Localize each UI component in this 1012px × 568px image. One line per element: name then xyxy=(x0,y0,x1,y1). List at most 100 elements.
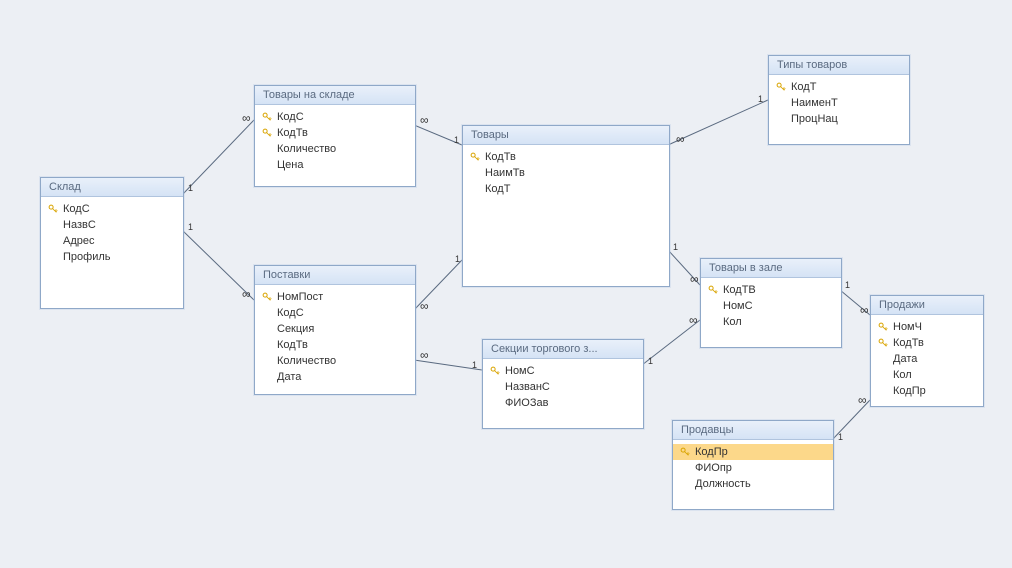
field-row[interactable]: НомПост xyxy=(255,289,415,305)
field-row[interactable]: Секция xyxy=(255,321,415,337)
entity-header[interactable]: Продажи xyxy=(871,296,983,315)
key-slot xyxy=(877,353,889,365)
field-row[interactable]: ФИОпр xyxy=(673,460,833,476)
relationship-line[interactable] xyxy=(840,290,870,315)
primary-key-icon xyxy=(878,322,888,332)
field-row[interactable]: Кол xyxy=(871,367,983,383)
cardinality-many-label: ∞ xyxy=(242,287,251,301)
field-name: КодПр xyxy=(893,384,926,398)
relationship-line[interactable] xyxy=(832,400,870,440)
field-row[interactable]: Адрес xyxy=(41,233,183,249)
key-slot xyxy=(261,291,273,303)
field-row[interactable]: КодТв xyxy=(255,337,415,353)
primary-key-icon xyxy=(878,338,888,348)
er-diagram-canvas[interactable]: 1∞1∞∞1∞11∞1∞∞11∞1∞1∞ СкладКодСНазвСАдрес… xyxy=(0,0,1012,568)
key-slot xyxy=(47,235,59,247)
field-row[interactable]: НаимТв xyxy=(463,165,669,181)
entity-header[interactable]: Секции торгового з... xyxy=(483,340,643,359)
field-row[interactable]: КодС xyxy=(255,109,415,125)
field-row[interactable]: НаименТ xyxy=(769,95,909,111)
field-name: НаимТв xyxy=(485,166,525,180)
relationship-line[interactable] xyxy=(642,320,700,365)
field-row[interactable]: КодТв xyxy=(463,149,669,165)
field-row[interactable]: КодТв xyxy=(255,125,415,141)
field-row[interactable]: НазванС xyxy=(483,379,643,395)
field-name: Профиль xyxy=(63,250,111,264)
field-row[interactable]: НомЧ xyxy=(871,319,983,335)
field-row[interactable]: ПроцНац xyxy=(769,111,909,127)
field-row[interactable]: КодТ xyxy=(769,79,909,95)
relationship-line[interactable] xyxy=(414,360,482,370)
field-row[interactable]: НомС xyxy=(483,363,643,379)
fields-list: КодПрФИОпрДолжность xyxy=(673,440,833,498)
relationship-line[interactable] xyxy=(414,260,462,310)
field-row[interactable]: НазвС xyxy=(41,217,183,233)
field-row[interactable]: КодТв xyxy=(871,335,983,351)
primary-key-icon xyxy=(262,128,272,138)
field-name: Кол xyxy=(893,368,912,382)
relationship-line[interactable] xyxy=(182,230,254,300)
entity-header[interactable]: Товары xyxy=(463,126,669,145)
relationship-line[interactable] xyxy=(414,125,462,145)
field-row[interactable]: Цена xyxy=(255,157,415,173)
key-slot xyxy=(679,478,691,490)
field-name: НомС xyxy=(723,299,753,313)
entity-header[interactable]: Товары в зале xyxy=(701,259,841,278)
key-slot xyxy=(469,151,481,163)
field-name: Кол xyxy=(723,315,742,329)
field-row[interactable]: КодТ xyxy=(463,181,669,197)
field-row[interactable]: ФИОЗав xyxy=(483,395,643,411)
primary-key-icon xyxy=(262,292,272,302)
key-slot xyxy=(775,81,787,93)
field-row[interactable]: Дата xyxy=(255,369,415,385)
relationship-line[interactable] xyxy=(182,120,254,195)
entity-tipy_tovarov[interactable]: Типы товаровКодТНаименТПроцНац xyxy=(768,55,910,145)
cardinality-many-label: ∞ xyxy=(420,113,429,127)
cardinality-one-label: 1 xyxy=(188,222,193,232)
fields-list: НомПостКодССекцияКодТвКоличествоДата xyxy=(255,285,415,391)
entity-prodazhi[interactable]: Продажи НомЧКодТвДатаКол КодПр xyxy=(870,295,984,407)
relationship-line[interactable] xyxy=(668,100,768,145)
primary-key-icon xyxy=(490,366,500,376)
fields-list: КодСКодТвКоличествоЦена xyxy=(255,105,415,179)
entity-header[interactable]: Склад xyxy=(41,178,183,197)
fields-list: КодСНазвСАдресПрофиль xyxy=(41,197,183,271)
entity-header[interactable]: Типы товаров xyxy=(769,56,909,75)
key-slot xyxy=(47,219,59,231)
key-slot xyxy=(261,159,273,171)
field-row[interactable]: Должность xyxy=(673,476,833,492)
entity-header[interactable]: Поставки xyxy=(255,266,415,285)
field-row[interactable]: КодТВ xyxy=(701,282,841,298)
entity-tovary[interactable]: Товары КодТвНаимТвКодТ xyxy=(462,125,670,287)
entity-header[interactable]: Товары на складе xyxy=(255,86,415,105)
key-slot xyxy=(47,203,59,215)
entity-sekcii[interactable]: Секции торгового з... НомСНазванСФИОЗав xyxy=(482,339,644,429)
field-row[interactable]: КодПр xyxy=(673,444,833,460)
field-row[interactable]: КодС xyxy=(41,201,183,217)
field-row[interactable]: Количество xyxy=(255,353,415,369)
key-slot xyxy=(707,284,719,296)
entity-postavki[interactable]: Поставки НомПостКодССекцияКодТвКоличество… xyxy=(254,265,416,395)
entity-tovary_v_zale[interactable]: Товары в зале КодТВНомС Кол xyxy=(700,258,842,348)
cardinality-many-label: ∞ xyxy=(860,303,869,317)
key-slot xyxy=(707,316,719,328)
field-row[interactable]: Дата xyxy=(871,351,983,367)
fields-list: КодТНаименТПроцНац xyxy=(769,75,909,133)
field-row[interactable]: КодС xyxy=(255,305,415,321)
field-row[interactable]: Кол xyxy=(701,314,841,330)
primary-key-icon xyxy=(776,82,786,92)
field-row[interactable]: КодПр xyxy=(871,383,983,399)
entity-header[interactable]: Продавцы xyxy=(673,421,833,440)
key-slot xyxy=(261,323,273,335)
relationship-line[interactable] xyxy=(668,250,700,285)
entity-title: Поставки xyxy=(263,269,310,281)
field-row[interactable]: НомС xyxy=(701,298,841,314)
key-slot xyxy=(261,371,273,383)
entity-sklad[interactable]: СкладКодСНазвСАдресПрофиль xyxy=(40,177,184,309)
primary-key-icon xyxy=(470,152,480,162)
field-row[interactable]: Количество xyxy=(255,141,415,157)
entity-tovary_na_sklade[interactable]: Товары на складеКодСКодТвКоличествоЦена xyxy=(254,85,416,187)
field-name: КодТв xyxy=(893,336,924,350)
field-row[interactable]: Профиль xyxy=(41,249,183,265)
entity-prodavcy[interactable]: ПродавцыКодПрФИОпрДолжность xyxy=(672,420,834,510)
